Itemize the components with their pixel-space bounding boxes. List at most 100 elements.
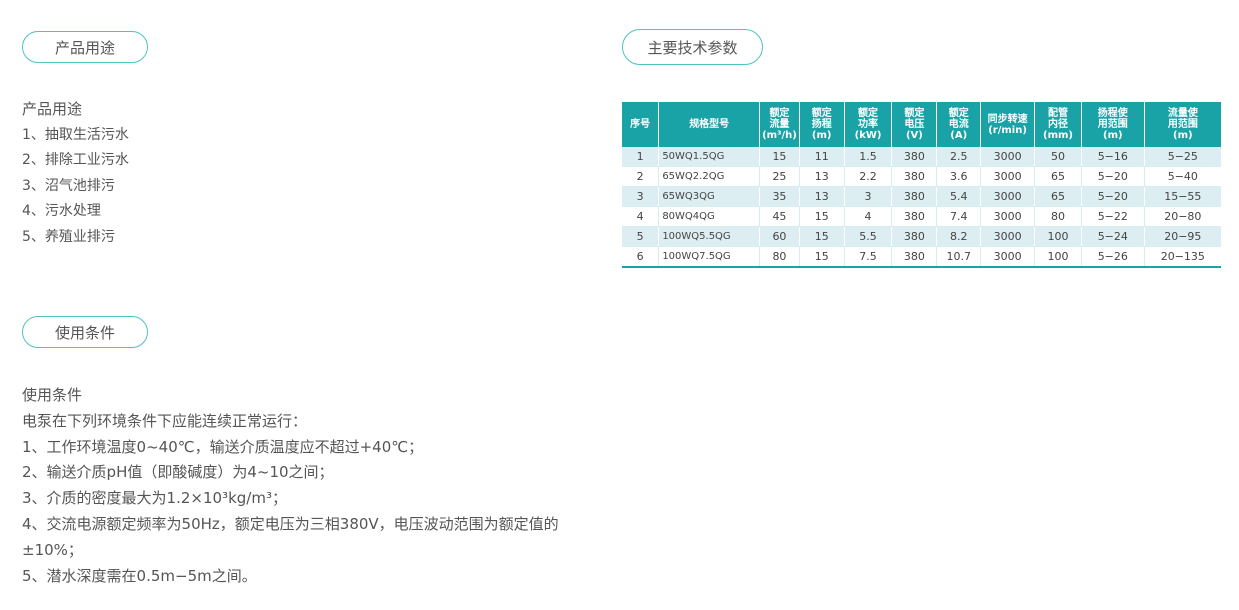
table-header-cell: 额定 功率 (kW): [843, 102, 892, 147]
condition-item: 4、交流电源额定频率为50Hz，额定电压为三相380V，电压波动范围为额定值的±…: [22, 514, 559, 559]
table-header-cell: 同步转速 (r/min): [980, 102, 1035, 147]
table-cell: 7.5: [843, 246, 892, 268]
table-cell: 11: [798, 147, 845, 167]
table-cell: 1: [622, 147, 659, 167]
table-cell: 3000: [980, 246, 1035, 268]
table-cell: 5.4: [936, 186, 981, 207]
table-cell: 3000: [980, 147, 1035, 167]
conditions-section: 使用条件 电泵在下列环境条件下应能连续正常运行： 1、工作环境温度0~40℃，输…: [22, 383, 567, 589]
table-cell: 65: [1034, 186, 1082, 207]
header-line: 流量使: [1167, 108, 1198, 119]
conditions-intro: 电泵在下列环境条件下应能连续正常运行：: [22, 411, 308, 430]
table-header-cell: 扬程使 用范围 (m): [1080, 102, 1145, 147]
table-row: 3 65WQ3QG 35 13 3 380 5.4 3000 65 5−20 15−55: [622, 186, 1221, 207]
usage-item: 5、养殖业排污: [22, 228, 115, 245]
table-cell: 80: [1034, 206, 1082, 227]
model-cell: 100WQ5.5QG: [658, 226, 760, 247]
header-line: 配管: [1047, 108, 1068, 119]
tab-technical-params[interactable]: 主要技术参数: [622, 29, 763, 65]
conditions-title: 使用条件: [22, 386, 83, 404]
tab-usage-conditions-label: 使用条件: [54, 323, 115, 342]
model-cell: 80WQ4QG: [658, 206, 760, 227]
table-row: 5 100WQ5.5QG 60 15 5.5 380 8.2 3000 100 5−24 20−95: [622, 226, 1221, 247]
table-cell: 5−26: [1080, 246, 1145, 268]
table-cell: 5−40: [1143, 166, 1221, 187]
table-header-cell: 序号: [622, 102, 659, 147]
table-cell: 15: [759, 147, 800, 167]
table-cell: 20−80: [1143, 206, 1221, 227]
usage-section: 产品用途 1、抽取生活污水 2、排除工业污水 3、沼气池排污 4、污水处理 5、…: [22, 97, 129, 251]
table-cell: 20−135: [1143, 246, 1221, 268]
table-cell: 2: [622, 166, 659, 187]
header-line: (m): [811, 130, 832, 141]
table-header-cell: 配管 内径 (mm): [1034, 102, 1082, 147]
table-row: 2 65WQ2.2QG 25 13 2.2 380 3.6 3000 65 5−20 5−40: [622, 166, 1221, 187]
table-cell: 25: [759, 166, 800, 187]
model-cell: 100WQ7.5QG: [658, 246, 760, 268]
table-cell: 6: [622, 246, 659, 268]
table-cell: 4: [843, 206, 892, 227]
header-line: 同步转速: [987, 113, 1028, 125]
table-cell: 380: [891, 226, 937, 247]
header-line: 扬程: [811, 119, 832, 130]
table-cell: 13: [798, 166, 845, 187]
table-row: 6 100WQ7.5QG 80 15 7.5 380 10.7 3000 100 5−26 20−1…: [622, 246, 1221, 268]
table-row: 1 50WQ1.5QG 15 11 1.5 380 2.5 3000 50 5−16 5−25: [622, 147, 1221, 167]
table-header-row: 序号 规格型号 额定 流量 (m³/h) 额定 扬程 (m) 额定 功率 (kW) 额定 电压 (V) 额定…: [622, 102, 1221, 147]
condition-item: 2、输送介质pH值（即酸碱度）为4~10之间；: [22, 463, 334, 482]
header-line: (mm): [1043, 130, 1073, 141]
table-cell: 5−24: [1080, 226, 1145, 247]
tab-product-usage[interactable]: 产品用途: [22, 31, 148, 63]
table-cell: 380: [891, 147, 937, 167]
table-header: 序号 规格型号 额定 流量 (m³/h) 额定 扬程 (m) 额定 功率 (kW) 额定 电压 (V) 额定…: [622, 102, 1221, 147]
table-cell: 15: [798, 226, 845, 247]
table-header-cell: 额定 扬程 (m): [798, 102, 845, 147]
table-header-cell: 额定 流量 (m³/h): [759, 102, 800, 147]
header-line: 额定: [811, 108, 832, 119]
condition-item: 5、潜水深度需在0.5m−5m之间。: [22, 566, 257, 585]
table-cell: 380: [891, 186, 937, 207]
header-line: 功率: [858, 119, 879, 130]
table-cell: 5−16: [1080, 147, 1145, 167]
table-header-cell: 额定 电流 (A): [936, 102, 981, 147]
header-line: 电流: [948, 119, 969, 130]
table-cell: 15−55: [1143, 186, 1221, 207]
table-cell: 5−20: [1080, 166, 1145, 187]
usage-item: 3、沼气池排污: [22, 177, 115, 194]
header-line: 额定: [769, 108, 790, 119]
table-cell: 3000: [980, 166, 1035, 187]
header-line: 内径: [1047, 119, 1068, 130]
table-cell: 5: [622, 226, 659, 247]
table-cell: 50: [1034, 147, 1082, 167]
header-line: (A): [950, 130, 968, 141]
table-cell: 5.5: [843, 226, 892, 247]
header-line: (V): [905, 130, 923, 141]
table-cell: 13: [798, 186, 845, 207]
table-cell: 380: [891, 246, 937, 268]
condition-item: 1、工作环境温度0~40℃，输送介质温度应不超过+40℃；: [22, 437, 424, 456]
model-cell: 65WQ3QG: [658, 186, 760, 207]
header-line: 额定: [948, 108, 969, 119]
table-cell: 380: [891, 166, 937, 187]
table-cell: 20−95: [1143, 226, 1221, 247]
table-cell: 7.4: [936, 206, 981, 227]
header-line: 流量: [769, 119, 790, 130]
table-cell: 65: [1034, 166, 1082, 187]
table-cell: 2.2: [843, 166, 892, 187]
table-cell: 15: [798, 206, 845, 227]
header-line: 额定: [904, 108, 925, 119]
table-cell: 35: [759, 186, 800, 207]
tab-usage-conditions[interactable]: 使用条件: [22, 316, 148, 348]
table-header-cell: 规格型号: [658, 102, 760, 147]
table-header-cell: 额定 电压 (V): [891, 102, 937, 147]
table-cell: 1.5: [843, 147, 892, 167]
tab-technical-params-label: 主要技术参数: [647, 38, 738, 57]
table-cell: 3000: [980, 186, 1035, 207]
table-cell: 15: [798, 246, 845, 268]
table-cell: 8.2: [936, 226, 981, 247]
header-line: 额定: [858, 108, 879, 119]
table-cell: 100: [1034, 226, 1082, 247]
model-cell: 65WQ2.2QG: [658, 166, 760, 187]
table-body: 1 50WQ1.5QG 15 11 1.5 380 2.5 3000 50 5−16 5−25 2 65…: [622, 147, 1221, 268]
header-line: 扬程使: [1097, 108, 1128, 119]
